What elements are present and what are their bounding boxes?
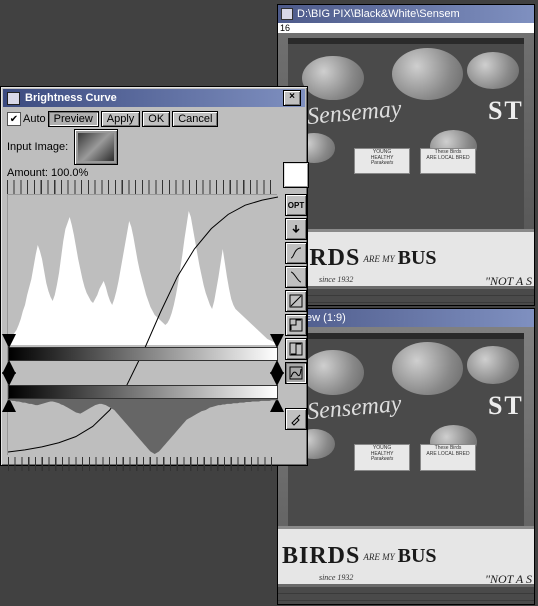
output-black-marker[interactable] (2, 334, 16, 348)
eyedropper-icon[interactable] (285, 408, 307, 430)
preview-titlebar[interactable]: Preview (1:9) (278, 309, 534, 327)
curve-step-icon[interactable] (285, 314, 307, 336)
output-gradient[interactable] (8, 347, 278, 361)
curve-free-icon[interactable] (285, 362, 307, 384)
amount-label: Amount: 100.0% (7, 167, 301, 179)
dialog-titlebar[interactable]: Brightness Curve × (3, 89, 305, 107)
ruler-value: 16 (280, 23, 290, 33)
dialog-button-row: ✔ Auto Preview Apply OK Cancel (7, 111, 301, 127)
image-window-title: D:\BIG PIX\Black&White\Sensem (297, 8, 460, 20)
input-black-marker[interactable] (2, 372, 16, 386)
color-swatch[interactable] (283, 162, 309, 188)
preview-window: Preview (1:9) Sensemay ST YOUNGHEALTHYPa… (277, 308, 535, 605)
preview-button[interactable]: Preview (48, 111, 99, 127)
ruler-bottom (8, 457, 278, 471)
curve-step2-icon[interactable] (285, 338, 307, 360)
opt-button[interactable]: OPT (285, 194, 307, 216)
close-button[interactable]: × (283, 90, 301, 106)
system-menu-icon[interactable] (281, 8, 293, 20)
histogram-zone[interactable] (7, 195, 278, 455)
auto-checkbox[interactable]: ✔ (7, 112, 21, 126)
dialog-title: Brightness Curve (25, 92, 117, 104)
input-image-thumbnail[interactable] (74, 129, 118, 165)
input-image-label: Input Image: (7, 141, 68, 153)
close-icon: × (289, 91, 295, 102)
curve-editor: OPT (7, 180, 277, 478)
storefront-photo: Sensemay ST YOUNGHEALTHYParakeets These … (278, 33, 534, 305)
output-white-marker[interactable] (270, 334, 284, 348)
auto-label: Auto (23, 113, 46, 125)
image-window: D:\BIG PIX\Black&White\Sensem 16 Sensema… (277, 4, 535, 306)
ruler-top (7, 180, 277, 195)
curve-line-icon[interactable] (285, 290, 307, 312)
preview-body: Sensemay ST YOUNGHEALTHYParakeets These … (278, 327, 534, 604)
input-image-row: Input Image: (7, 129, 301, 165)
brightness-curve-dialog: Brightness Curve × ✔ Auto Preview Apply … (0, 86, 308, 466)
apply-button[interactable]: Apply (101, 111, 141, 127)
input-white-marker[interactable] (270, 372, 284, 386)
histogram-lower (8, 399, 278, 459)
arrow-down-icon[interactable] (285, 218, 307, 240)
curve-tool-column: OPT (285, 194, 307, 430)
curve-s-icon[interactable] (285, 242, 307, 264)
input-gradient[interactable] (8, 385, 278, 399)
system-menu-icon[interactable] (7, 92, 20, 105)
image-window-titlebar[interactable]: D:\BIG PIX\Black&White\Sensem (278, 5, 534, 23)
ok-button[interactable]: OK (142, 111, 170, 127)
preview-canvas[interactable]: Sensemay ST YOUNGHEALTHYParakeets These … (278, 335, 534, 604)
image-canvas[interactable]: Sensemay ST YOUNGHEALTHYParakeets These … (278, 33, 534, 305)
curve-inverse-icon[interactable] (285, 266, 307, 288)
gradient-sliders (8, 347, 278, 399)
image-window-body: 16 Sensemay ST YOUNGHEALTHYParakeets The… (278, 23, 534, 305)
storefront-photo-preview: Sensemay ST YOUNGHEALTHYParakeets These … (278, 335, 534, 604)
cancel-button[interactable]: Cancel (172, 111, 218, 127)
